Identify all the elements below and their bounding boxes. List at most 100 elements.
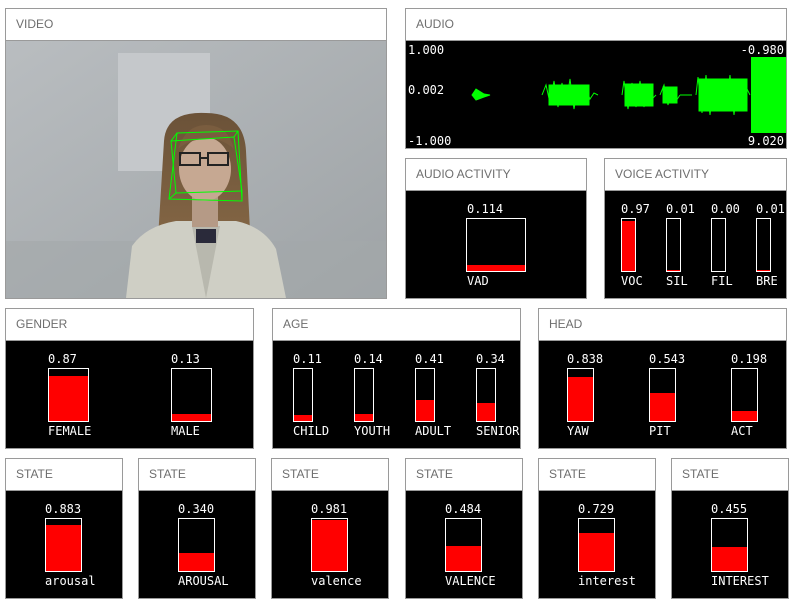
state-body: 0.883 arousal bbox=[6, 491, 122, 598]
gender-body: 0.87 FEMALE 0.13 MALE bbox=[6, 341, 253, 448]
bar-value: 0.01 bbox=[666, 202, 695, 216]
voice-activity-body: 0.97 VOC 0.01 SIL 0.00 FIL 0.01 BRE bbox=[605, 191, 786, 298]
bar-value: 0.883 bbox=[45, 502, 82, 516]
interest-bar-fill bbox=[579, 533, 614, 571]
state-body: 0.729 interest bbox=[539, 491, 655, 598]
age-body: 0.11 CHILD 0.14 YOUTH 0.41 ADULT 0.34 SE… bbox=[273, 341, 520, 448]
bar-value: 0.543 bbox=[649, 352, 686, 366]
pit-bar bbox=[649, 368, 676, 422]
bar-value: 0.838 bbox=[567, 352, 604, 366]
arousal-upper-bar bbox=[178, 518, 215, 572]
bre-bar-fill bbox=[757, 270, 770, 271]
bar-label: VALENCE bbox=[445, 574, 496, 588]
interest-bar bbox=[578, 518, 615, 572]
bar-label: YOUTH bbox=[354, 424, 391, 438]
voc-bar-fill bbox=[622, 220, 635, 271]
audio-panel-title: AUDIO bbox=[406, 9, 786, 41]
state-body: 0.455 INTEREST bbox=[672, 491, 788, 598]
bar-value: 0.87 bbox=[48, 352, 77, 366]
audio-waveform-display: 1.000 0.002 -1.000 -0.980 9.020 bbox=[406, 41, 786, 148]
bar-value: 0.14 bbox=[354, 352, 383, 366]
voice-activity-title: VOICE ACTIVITY bbox=[605, 159, 786, 191]
bar-label: arousal bbox=[45, 574, 96, 588]
bar-label: ACT bbox=[731, 424, 753, 438]
fil-bar bbox=[711, 218, 726, 272]
bar-value: 0.198 bbox=[731, 352, 768, 366]
youth-bar bbox=[354, 368, 374, 422]
sil-bar-fill bbox=[667, 270, 680, 271]
webcam-image bbox=[6, 41, 386, 298]
male-bar-fill bbox=[172, 414, 211, 421]
bar-label: SIL bbox=[666, 274, 688, 288]
bar-value: 0.00 bbox=[711, 202, 740, 216]
head-panel: HEAD 0.838 YAW 0.543 PIT 0.198 ACT bbox=[538, 308, 787, 449]
child-bar bbox=[293, 368, 313, 422]
state-title: STATE bbox=[6, 459, 122, 491]
state-title: STATE bbox=[139, 459, 255, 491]
yaw-bar bbox=[567, 368, 594, 422]
vad-bar-fill bbox=[467, 265, 525, 271]
bar-value: 0.340 bbox=[178, 502, 215, 516]
state-panel-interest: STATE 0.729 interest bbox=[538, 458, 656, 599]
sil-bar bbox=[666, 218, 681, 272]
audio-panel: AUDIO 1.000 0.002 -1.000 -0.980 9.020 bbox=[405, 8, 787, 149]
state-title: STATE bbox=[406, 459, 522, 491]
bar-label: INTEREST bbox=[711, 574, 769, 588]
valence-bar-fill bbox=[312, 520, 347, 571]
voc-bar bbox=[621, 218, 636, 272]
video-panel: VIDEO bbox=[5, 8, 387, 299]
bar-label: VAD bbox=[467, 274, 489, 288]
bar-value: 0.97 bbox=[621, 202, 650, 216]
bar-value: 0.981 bbox=[311, 502, 348, 516]
age-panel: AGE 0.11 CHILD 0.14 YOUTH 0.41 ADULT 0.3… bbox=[272, 308, 521, 449]
interest-upper-bar bbox=[711, 518, 748, 572]
yaw-bar-fill bbox=[568, 377, 593, 421]
head-title: HEAD bbox=[539, 309, 786, 341]
state-panel-interest-upper: STATE 0.455 INTEREST bbox=[671, 458, 789, 599]
audio-activity-panel: AUDIO ACTIVITY 0.114 VAD bbox=[405, 158, 587, 299]
video-feed bbox=[6, 41, 386, 298]
bar-value: 0.455 bbox=[711, 502, 748, 516]
gender-panel: GENDER 0.87 FEMALE 0.13 MALE bbox=[5, 308, 254, 449]
act-bar-fill bbox=[732, 410, 757, 421]
state-panel-arousal-upper: STATE 0.340 AROUSAL bbox=[138, 458, 256, 599]
state-title: STATE bbox=[539, 459, 655, 491]
bar-label: BRE bbox=[756, 274, 778, 288]
state-body: 0.340 AROUSAL bbox=[139, 491, 255, 598]
bar-label: VOC bbox=[621, 274, 643, 288]
bar-value: 0.01 bbox=[756, 202, 785, 216]
bar-label: YAW bbox=[567, 424, 589, 438]
bar-label: FIL bbox=[711, 274, 733, 288]
adult-bar bbox=[415, 368, 435, 422]
bar-label: SENIOR bbox=[476, 424, 520, 438]
state-title: STATE bbox=[272, 459, 388, 491]
audio-activity-body: 0.114 VAD bbox=[406, 191, 586, 298]
bar-value: 0.114 bbox=[467, 202, 504, 216]
female-bar-fill bbox=[49, 375, 88, 421]
valence-bar bbox=[311, 518, 348, 572]
head-body: 0.838 YAW 0.543 PIT 0.198 ACT bbox=[539, 341, 786, 448]
act-bar bbox=[731, 368, 758, 422]
audio-waveform bbox=[471, 57, 786, 133]
adult-bar-fill bbox=[416, 399, 434, 421]
state-panel-valence-upper: STATE 0.484 VALENCE bbox=[405, 458, 523, 599]
bar-label: CHILD bbox=[293, 424, 330, 438]
state-body: 0.981 valence bbox=[272, 491, 388, 598]
arousal-bar bbox=[45, 518, 82, 572]
male-bar bbox=[171, 368, 212, 422]
state-panel-valence: STATE 0.981 valence bbox=[271, 458, 389, 599]
gender-title: GENDER bbox=[6, 309, 253, 341]
bar-label: FEMALE bbox=[48, 424, 92, 438]
bar-label: AROUSAL bbox=[178, 574, 229, 588]
bar-label: interest bbox=[578, 574, 636, 588]
child-bar-fill bbox=[294, 415, 312, 421]
vad-bar bbox=[466, 218, 526, 272]
valence-upper-bar-fill bbox=[446, 545, 481, 571]
bar-label: MALE bbox=[171, 424, 200, 438]
bar-value: 0.34 bbox=[476, 352, 505, 366]
valence-upper-bar bbox=[445, 518, 482, 572]
audio-activity-title: AUDIO ACTIVITY bbox=[406, 159, 586, 191]
arousal-bar-fill bbox=[46, 525, 81, 571]
bar-label: ADULT bbox=[415, 424, 452, 438]
bar-value: 0.484 bbox=[445, 502, 482, 516]
